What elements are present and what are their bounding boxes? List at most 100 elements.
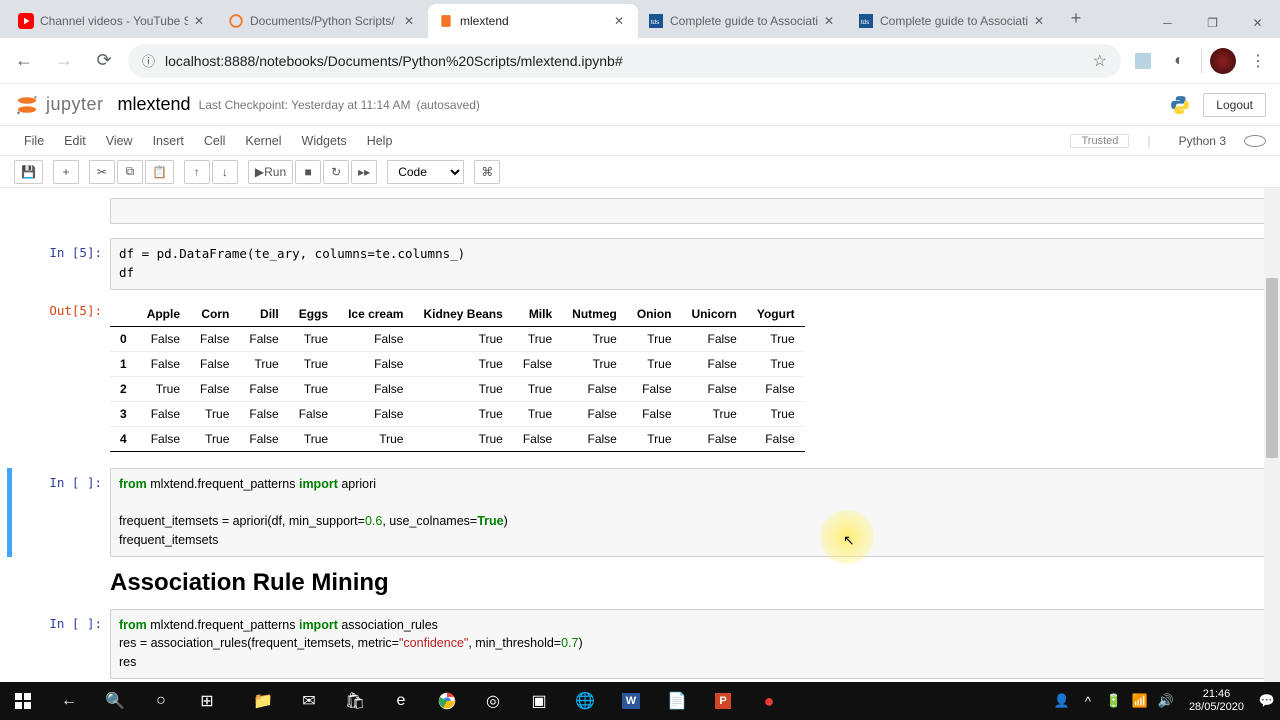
output-cell-5: Out[5]: AppleCornDillEggsIce creamKidney… xyxy=(12,296,1266,462)
menu-view[interactable]: View xyxy=(96,134,143,148)
code-input[interactable]: df = pd.DataFrame(te_ary, columns=te.col… xyxy=(110,238,1266,290)
paste-button[interactable]: 📋 xyxy=(145,160,174,184)
notepad-icon[interactable]: 📄 xyxy=(654,682,700,720)
run-button[interactable]: ▶ Run xyxy=(248,160,293,184)
close-icon[interactable]: ✕ xyxy=(404,14,418,28)
table-row: 4FalseTrueFalseTrueTrueTrueFalseFalseTru… xyxy=(110,426,805,451)
word-icon[interactable]: W xyxy=(608,682,654,720)
clock[interactable]: 21:4628/05/2020 xyxy=(1179,688,1254,714)
cell-prompt: In [ ]: xyxy=(12,609,110,679)
edge-icon[interactable]: e xyxy=(378,682,424,720)
wifi-icon[interactable]: 📶 xyxy=(1127,693,1153,709)
cut-button[interactable]: ✂ xyxy=(89,160,115,184)
code-cell-apriori[interactable]: In [ ]: from mlxtend.frequent_patterns i… xyxy=(7,468,1266,557)
jupyter-logo[interactable]: jupyter xyxy=(14,92,104,118)
store-icon[interactable]: 🛍 xyxy=(332,682,378,720)
start-button[interactable] xyxy=(0,682,46,720)
extension-icon[interactable]: ◐ xyxy=(1165,47,1193,75)
tab-tds-1[interactable]: tds Complete guide to Associati ✕ xyxy=(638,4,848,38)
menu-file[interactable]: File xyxy=(14,134,54,148)
pycharm-icon[interactable]: ▣ xyxy=(516,682,562,720)
people-icon[interactable]: 👤 xyxy=(1049,693,1075,709)
code-input[interactable]: from mlxtend.frequent_patterns import ap… xyxy=(110,468,1266,557)
code-cell-5[interactable]: In [5]: df = pd.DataFrame(te_ary, column… xyxy=(12,238,1266,290)
tab-youtube[interactable]: Channel videos - YouTube S ✕ xyxy=(8,4,218,38)
profile-avatar[interactable] xyxy=(1210,48,1236,74)
save-button[interactable]: 💾 xyxy=(14,160,43,184)
notebook-area[interactable]: In [5]: df = pd.DataFrame(te_ary, column… xyxy=(0,188,1278,682)
search-icon[interactable]: 🔍 xyxy=(92,682,138,720)
trusted-badge[interactable]: Trusted xyxy=(1070,134,1129,148)
close-window-button[interactable]: ✕ xyxy=(1235,8,1280,38)
anaconda-icon[interactable]: ◎ xyxy=(470,682,516,720)
code-cell-assoc[interactable]: In [ ]: from mlxtend.frequent_patterns i… xyxy=(12,609,1266,679)
df-col-header: Unicorn xyxy=(682,302,747,327)
chrome-menu-icon[interactable]: ⋮ xyxy=(1244,47,1272,75)
tab-label: Documents/Python Scripts/ xyxy=(250,14,398,28)
output-prompt: Out[5]: xyxy=(12,296,110,462)
df-col-header: Kidney Beans xyxy=(413,302,512,327)
df-col-header: Corn xyxy=(190,302,239,327)
vertical-scrollbar[interactable] xyxy=(1264,188,1280,682)
insert-cell-button[interactable]: + xyxy=(53,160,79,184)
chrome-icon[interactable] xyxy=(424,682,470,720)
marble-icon[interactable]: 🌐 xyxy=(562,682,608,720)
reload-button[interactable]: ⟳ xyxy=(88,45,120,77)
menu-cell[interactable]: Cell xyxy=(194,134,236,148)
restart-button[interactable]: ↻ xyxy=(323,160,349,184)
restart-run-button[interactable]: ▸▸ xyxy=(351,160,377,184)
menu-kernel[interactable]: Kernel xyxy=(235,134,291,148)
minimize-button[interactable]: ─ xyxy=(1145,8,1190,38)
menu-help[interactable]: Help xyxy=(357,134,403,148)
markdown-cell[interactable]: Association Rule Mining xyxy=(12,563,1266,603)
command-palette-button[interactable]: ⌘ xyxy=(474,160,500,184)
extension-icon[interactable] xyxy=(1129,47,1157,75)
volume-icon[interactable]: 🔊 xyxy=(1153,693,1179,709)
site-info-icon[interactable]: ⓘ xyxy=(142,51,155,70)
menu-edit[interactable]: Edit xyxy=(54,134,96,148)
taskview-icon[interactable]: ⊞ xyxy=(184,682,230,720)
back-icon[interactable]: ← xyxy=(46,682,92,720)
code-input[interactable] xyxy=(110,198,1266,224)
battery-icon[interactable]: 🔋 xyxy=(1101,693,1127,709)
interrupt-button[interactable]: ■ xyxy=(295,160,321,184)
tab-mlextend[interactable]: mlextend ✕ xyxy=(428,4,638,38)
code-cell[interactable] xyxy=(12,198,1266,232)
move-up-button[interactable]: ↑ xyxy=(184,160,210,184)
code-input[interactable]: from mlxtend.frequent_patterns import as… xyxy=(110,609,1266,679)
tab-label: Channel videos - YouTube S xyxy=(40,14,188,28)
celltype-select[interactable]: Code xyxy=(387,160,464,184)
notebook-title[interactable]: mlextend xyxy=(118,94,191,115)
df-col-header: Eggs xyxy=(289,302,338,327)
copy-button[interactable]: ⧉ xyxy=(117,160,143,184)
tray-chevron-icon[interactable]: ^ xyxy=(1075,694,1101,709)
scrollbar-thumb[interactable] xyxy=(1266,278,1278,458)
mail-icon[interactable]: ✉ xyxy=(286,682,332,720)
close-icon[interactable]: ✕ xyxy=(614,14,628,28)
maximize-button[interactable]: ❐ xyxy=(1190,8,1235,38)
cortana-icon[interactable]: ○ xyxy=(138,682,184,720)
tab-tds-2[interactable]: tds Complete guide to Associati ✕ xyxy=(848,4,1058,38)
close-icon[interactable]: ✕ xyxy=(824,14,838,28)
powerpoint-icon[interactable]: P xyxy=(700,682,746,720)
close-icon[interactable]: ✕ xyxy=(1034,14,1048,28)
move-down-button[interactable]: ↓ xyxy=(212,160,238,184)
new-tab-button[interactable]: + xyxy=(1062,4,1090,32)
tab-jupyter-tree[interactable]: Documents/Python Scripts/ ✕ xyxy=(218,4,428,38)
svg-text:tds: tds xyxy=(861,19,870,26)
menu-widgets[interactable]: Widgets xyxy=(292,134,357,148)
menu-insert[interactable]: Insert xyxy=(143,134,194,148)
kernel-name[interactable]: Python 3 xyxy=(1169,134,1236,148)
close-icon[interactable]: ✕ xyxy=(194,14,208,28)
forward-button[interactable]: → xyxy=(48,45,80,77)
jupyter-icon xyxy=(228,13,244,29)
notifications-icon[interactable]: 💬 xyxy=(1254,693,1280,709)
bookmark-icon[interactable]: ☆ xyxy=(1093,51,1107,71)
logout-button[interactable]: Logout xyxy=(1203,93,1266,117)
record-icon[interactable]: ● xyxy=(746,682,792,720)
cell-prompt: In [ ]: xyxy=(12,468,110,557)
python-icon xyxy=(1169,94,1191,116)
back-button[interactable]: ← xyxy=(8,45,40,77)
omnibox[interactable]: ⓘ localhost:8888/notebooks/Documents/Pyt… xyxy=(128,44,1121,78)
explorer-icon[interactable]: 📁 xyxy=(240,682,286,720)
